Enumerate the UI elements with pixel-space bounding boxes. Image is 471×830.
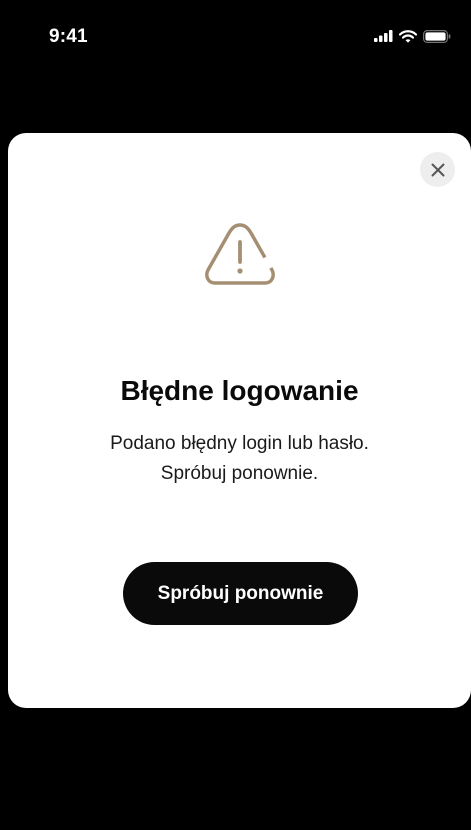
signal-icon: [374, 30, 393, 42]
close-button[interactable]: [420, 152, 455, 187]
modal-message-line: Podano błędny login lub hasło.: [110, 433, 369, 454]
wifi-icon: [399, 29, 417, 43]
error-modal: Błędne logowanie Podano błędny login lub…: [8, 133, 471, 708]
modal-message: Podano błędny login lub hasło. Spróbuj p…: [48, 429, 431, 489]
modal-message-line: Spróbuj ponownie.: [160, 463, 319, 484]
status-time: 9:41: [49, 26, 88, 47]
battery-icon: [423, 29, 451, 43]
warning-icon: [205, 223, 275, 285]
close-icon: [431, 163, 444, 176]
status-icons: [374, 28, 451, 44]
retry-button[interactable]: Spróbuj ponownie: [123, 562, 358, 625]
modal-title: Błędne logowanie: [120, 375, 359, 406]
status-bar: 9:41: [0, 0, 471, 60]
